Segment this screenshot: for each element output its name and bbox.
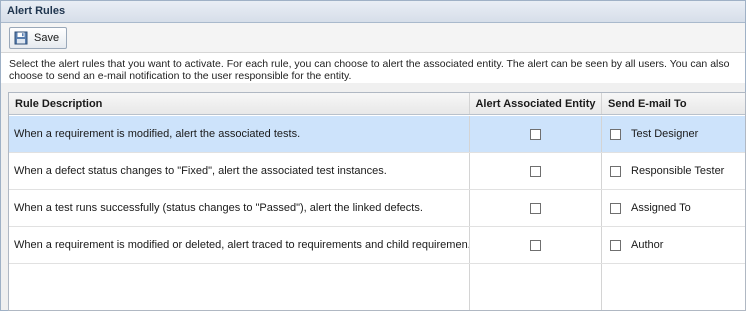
alert-entity-cell [470, 227, 602, 263]
alert-entity-checkbox[interactable] [530, 128, 541, 140]
send-email-checkbox[interactable] [610, 239, 621, 251]
send-email-checkbox[interactable] [610, 128, 621, 140]
empty-cell [470, 264, 602, 310]
empty-cell [9, 264, 470, 310]
rule-description: When a requirement is modified, alert th… [9, 116, 470, 152]
table-row[interactable]: When a requirement is modified, alert th… [9, 116, 745, 153]
email-cell: Test Designer [602, 116, 745, 152]
send-email-checkbox[interactable] [610, 165, 621, 177]
rule-description: When a defect status changes to "Fixed",… [9, 153, 470, 189]
alert-entity-checkbox[interactable] [530, 165, 541, 177]
send-email-checkbox[interactable] [610, 202, 621, 214]
column-header-rule-description[interactable]: Rule Description [9, 93, 470, 114]
email-cell: Author [602, 227, 745, 263]
instructions-text: Select the alert rules that you want to … [1, 53, 745, 83]
rule-description: When a test runs successfully (status ch… [9, 190, 470, 226]
empty-cell [602, 264, 745, 310]
alert-entity-cell [470, 190, 602, 226]
save-disk-icon [14, 31, 28, 45]
alert-entity-checkbox[interactable] [530, 202, 541, 214]
grid-empty-area [9, 264, 745, 310]
grid-header-row: Rule Description Alert Associated Entity… [9, 93, 745, 115]
alert-entity-checkbox[interactable] [530, 239, 541, 251]
toolbar: Save [1, 23, 745, 53]
email-cell: Assigned To [602, 190, 745, 226]
rule-description: When a requirement is modified or delete… [9, 227, 470, 263]
save-button-label: Save [34, 32, 60, 44]
column-header-send-email-to[interactable]: Send E-mail To [602, 93, 745, 114]
email-cell: Responsible Tester [602, 153, 745, 189]
column-header-alert-associated-entity[interactable]: Alert Associated Entity [470, 93, 602, 114]
table-row[interactable]: When a requirement is modified or delete… [9, 227, 745, 264]
alert-rules-grid: Rule Description Alert Associated Entity… [8, 92, 746, 311]
alert-entity-cell [470, 116, 602, 152]
table-row[interactable]: When a defect status changes to "Fixed",… [9, 153, 745, 190]
table-row[interactable]: When a test runs successfully (status ch… [9, 190, 745, 227]
alert-entity-cell [470, 153, 602, 189]
save-button[interactable]: Save [9, 27, 68, 49]
panel-title: Alert Rules [1, 1, 745, 23]
email-recipient-label: Test Designer [631, 128, 699, 140]
email-recipient-label: Assigned To [631, 202, 691, 214]
email-recipient-label: Author [631, 239, 664, 251]
email-recipient-label: Responsible Tester [631, 165, 725, 177]
